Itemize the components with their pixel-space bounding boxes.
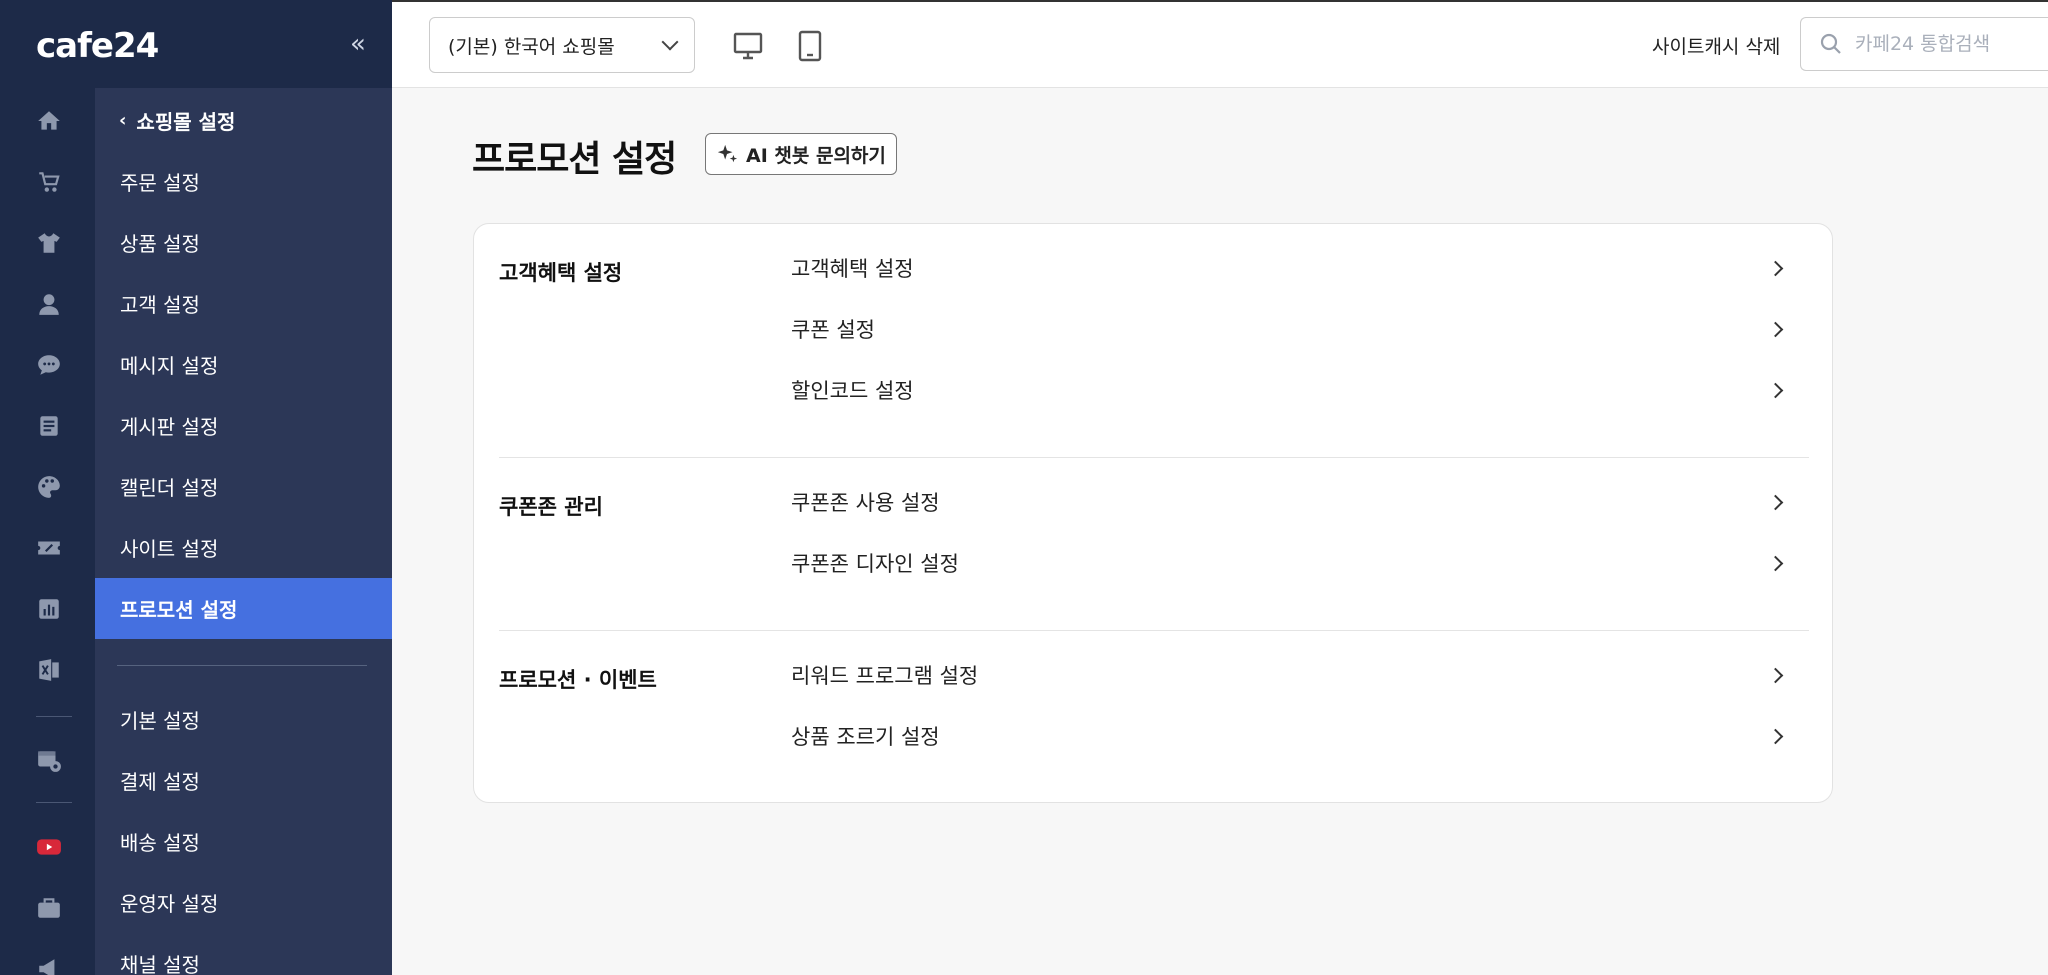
link-label: 리워드 프로그램 설정 (791, 664, 979, 688)
document-icon[interactable] (34, 411, 64, 441)
link-discount-code[interactable]: 할인코드 설정 (791, 365, 1809, 415)
search-icon (1820, 33, 1841, 54)
link-label: 상품 조르기 설정 (791, 725, 940, 749)
site-cache-delete-button[interactable]: 사이트캐시 삭제 (1652, 32, 1780, 59)
link-product-wish-request[interactable]: 상품 조르기 설정 (791, 711, 1809, 761)
page-title: 프로모션 설정 (472, 139, 677, 180)
link-customer-benefit[interactable]: 고객혜택 설정 (791, 243, 1809, 293)
calendar-gear-icon[interactable] (34, 745, 64, 775)
section-divider (499, 630, 1809, 631)
mall-select-value: (기본) 한국어 쇼핑몰 (448, 35, 615, 58)
mall-language-select[interactable]: (기본) 한국어 쇼핑몰 (429, 17, 695, 73)
briefcase-icon[interactable] (34, 893, 64, 923)
submenu-item-calendar[interactable]: 캘린더 설정 (95, 456, 392, 517)
chevron-right-icon (1767, 260, 1784, 276)
back-label: 쇼핑몰 설정 (136, 110, 236, 134)
submenu-item-operator[interactable]: 운영자 설정 (95, 872, 392, 933)
submenu-item-customer[interactable]: 고객 설정 (95, 273, 392, 334)
tshirt-icon[interactable] (34, 228, 64, 258)
chevron-right-icon (1767, 555, 1784, 571)
collapse-menu-icon[interactable]: « (350, 30, 366, 58)
submenu-item-message[interactable]: 메시지 설정 (95, 334, 392, 395)
promotion-settings-card: 고객혜택 설정 고객혜택 설정 쿠폰 설정 할인코드 설정 쿠폰존 관리 쿠폰존… (473, 223, 1833, 803)
chat-icon[interactable] (34, 350, 64, 380)
search-input[interactable] (1855, 33, 2048, 55)
link-label: 쿠폰 설정 (791, 318, 875, 342)
submenu-item-board[interactable]: 게시판 설정 (95, 395, 392, 456)
link-label: 쿠폰존 사용 설정 (791, 491, 940, 515)
rail-divider (36, 802, 72, 803)
person-icon[interactable] (34, 289, 64, 319)
link-label: 할인코드 설정 (791, 379, 914, 403)
top-bar: (기본) 한국어 쇼핑몰 사이트캐시 삭제 (392, 0, 2048, 88)
link-label: 고객혜택 설정 (791, 257, 914, 281)
mobile-view-icon[interactable] (792, 28, 828, 64)
submenu-item-basic[interactable]: 기본 설정 (95, 689, 392, 750)
rail-divider (36, 716, 72, 717)
integrated-search[interactable] (1800, 17, 2048, 71)
link-reward-program[interactable]: 리워드 프로그램 설정 (791, 650, 1809, 700)
chevron-down-icon (661, 33, 679, 51)
submenu-divider (117, 665, 367, 666)
submenu-item-order[interactable]: 주문 설정 (95, 151, 392, 212)
section-title: 프로모션 · 이벤트 (499, 668, 657, 692)
section-divider (499, 457, 1809, 458)
cart-icon[interactable] (34, 167, 64, 197)
chevron-right-icon (1767, 728, 1784, 744)
link-coupon[interactable]: 쿠폰 설정 (791, 304, 1809, 354)
link-label: 쿠폰존 디자인 설정 (791, 552, 959, 576)
submenu-item-channel[interactable]: 채널 설정 (95, 933, 392, 975)
link-coupon-zone-design[interactable]: 쿠폰존 디자인 설정 (791, 538, 1809, 588)
chart-icon[interactable] (34, 594, 64, 624)
chevron-right-icon (1767, 667, 1784, 683)
desktop-view-icon[interactable] (730, 28, 766, 64)
sparkle-icon (717, 144, 738, 163)
submenu-item-promotion[interactable]: 프로모션 설정 (95, 578, 392, 639)
settings-submenu: ‹ 쇼핑몰 설정 주문 설정 상품 설정 고객 설정 메시지 설정 게시판 설정… (95, 88, 392, 975)
home-icon[interactable] (34, 106, 64, 136)
ai-chatbot-label: AI 챗봇 문의하기 (746, 144, 886, 167)
youtube-icon[interactable] (34, 832, 64, 862)
logo-bar: cafe24 « (0, 0, 392, 88)
submenu-item-shipping[interactable]: 배송 설정 (95, 811, 392, 872)
submenu-item-payment[interactable]: 결제 설정 (95, 750, 392, 811)
section-title: 고객혜택 설정 (499, 261, 623, 285)
link-coupon-zone-usage[interactable]: 쿠폰존 사용 설정 (791, 477, 1809, 527)
section-title: 쿠폰존 관리 (499, 495, 603, 519)
cafe24-logo[interactable]: cafe24 (36, 26, 159, 66)
chevron-right-icon (1767, 382, 1784, 398)
chevron-right-icon (1767, 321, 1784, 337)
coupon-icon[interactable] (34, 533, 64, 563)
back-to-mall-settings[interactable]: ‹ 쇼핑몰 설정 (119, 106, 235, 135)
chevron-right-icon (1767, 494, 1784, 510)
palette-icon[interactable] (34, 472, 64, 502)
excel-icon[interactable] (34, 655, 64, 685)
submenu-item-product[interactable]: 상품 설정 (95, 212, 392, 273)
chevron-left-icon: ‹ (119, 110, 127, 131)
submenu-item-site[interactable]: 사이트 설정 (95, 517, 392, 578)
ai-chatbot-button[interactable]: AI 챗봇 문의하기 (705, 133, 897, 175)
megaphone-icon[interactable] (34, 954, 64, 975)
